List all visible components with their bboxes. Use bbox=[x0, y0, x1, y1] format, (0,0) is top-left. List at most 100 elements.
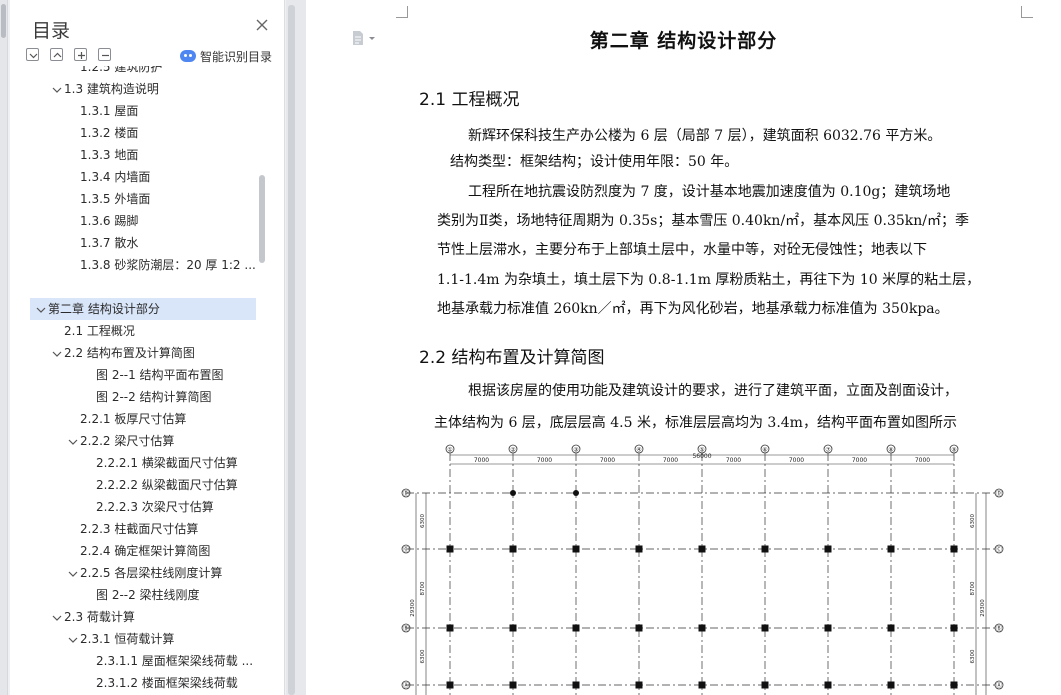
toc-item[interactable]: 第二章 结构设计部分 bbox=[30, 298, 256, 320]
axis-label: ③ bbox=[573, 447, 578, 454]
paragraph-line: 结构类型：框架结构；设计使用年限：50 年。 bbox=[450, 154, 739, 170]
toc-item[interactable]: 2.3 荷载计算 bbox=[50, 606, 256, 628]
column-square bbox=[887, 545, 895, 553]
chevron-down-icon[interactable] bbox=[34, 300, 48, 320]
toc-item[interactable]: 1.3.8 砂浆防潮层：20 厚 1:2 ... bbox=[80, 254, 270, 276]
toc-item[interactable]: 1.3 建筑构造说明 bbox=[50, 78, 256, 100]
panel-splitter[interactable] bbox=[286, 0, 306, 695]
toc-item[interactable]: 2.3.1.1 屋面框架梁线荷载 ... bbox=[96, 650, 270, 672]
toc-item[interactable]: 2.3.1 恒荷载计算 bbox=[66, 628, 256, 650]
toc-item-label: 1.3.3 地面 bbox=[80, 148, 139, 162]
column-square bbox=[446, 681, 454, 689]
dimension-total-label: 56000 bbox=[692, 453, 711, 460]
toc-item[interactable]: 图 2--2 结构计算简图 bbox=[96, 386, 270, 408]
toc-item[interactable]: 2.2 结构布置及计算简图 bbox=[50, 342, 256, 364]
close-icon[interactable] bbox=[255, 18, 269, 32]
axis-label: ② bbox=[510, 447, 516, 454]
toc-item[interactable]: 2.2.1 板厚尺寸估算 bbox=[80, 408, 270, 430]
toc-item-label: 1.3.1 屋面 bbox=[80, 104, 139, 118]
column-square bbox=[698, 624, 706, 632]
side-dimension-label: 8700 bbox=[970, 581, 976, 595]
toc-item[interactable]: 2.2.2 梁尺寸估算 bbox=[66, 430, 256, 452]
toc-item[interactable]: 2.2.2.3 次梁尺寸估算 bbox=[96, 496, 270, 518]
toc-item[interactable]: 2.2.3 柱截面尺寸估算 bbox=[80, 518, 270, 540]
paragraph-line: 工程所在地抗震设防烈度为 7 度，设计基本地震加速度值为 0.10g；建筑场地 bbox=[468, 184, 951, 200]
toc-item-label: 2.2.1 板厚尺寸估算 bbox=[80, 412, 187, 426]
toc-scroll-thumb[interactable] bbox=[259, 175, 265, 263]
toc-item[interactable]: 1.3.6 踢脚 bbox=[80, 210, 270, 232]
bay-dimension-label: 7000 bbox=[474, 457, 489, 464]
toc-item-label: 2.3.1.2 楼面框架梁线荷载 bbox=[96, 676, 238, 690]
toc-item[interactable]: 1.2.5 建筑防护 bbox=[80, 66, 270, 78]
column-square bbox=[761, 624, 769, 632]
page-corner-mark bbox=[1021, 6, 1033, 18]
collapse-all-button[interactable] bbox=[26, 48, 39, 61]
toc-item-label: 2.3.1 恒荷载计算 bbox=[80, 632, 175, 646]
chevron-down-icon[interactable] bbox=[50, 80, 64, 100]
axis-label: ⑥ bbox=[762, 447, 767, 454]
toc-item-label: 2.2.2.3 次梁尺寸估算 bbox=[96, 500, 214, 514]
expand-all-button[interactable] bbox=[50, 48, 63, 61]
toc-item[interactable]: 1.3.5 外墙面 bbox=[80, 188, 270, 210]
toc-item-label: 图 2--2 梁柱线刚度 bbox=[96, 588, 200, 602]
chevron-down-icon[interactable] bbox=[66, 432, 80, 452]
chevron-down-icon[interactable] bbox=[50, 608, 64, 628]
toc-item[interactable]: 2.2.4 确定框架计算简图 bbox=[80, 540, 270, 562]
toc-item[interactable]: 图 2--2 梁柱线刚度 bbox=[96, 584, 270, 606]
remove-heading-button[interactable] bbox=[98, 48, 111, 61]
column-square bbox=[509, 624, 517, 632]
toc-item[interactable]: 1.3.4 内墙面 bbox=[80, 166, 270, 188]
left-edge-scrollbar[interactable] bbox=[0, 0, 8, 695]
chevron-up-icon bbox=[53, 52, 62, 58]
toc-scrollbar[interactable] bbox=[258, 66, 266, 692]
toc-item[interactable]: 1.3.3 地面 bbox=[80, 144, 270, 166]
row-label: Ⓒ bbox=[996, 546, 1002, 554]
toc-item[interactable]: 2.1 工程概况 bbox=[64, 320, 270, 342]
toc-item[interactable]: 1.3.1 屋面 bbox=[80, 100, 270, 122]
paragraph-line: 主体结构为 6 层，底层层高 4.5 米，标准层层高均为 3.4m，结构平面布置… bbox=[434, 415, 957, 431]
left-edge-scroll-thumb[interactable] bbox=[1, 4, 6, 38]
toc-list: 1.2.5 建筑防护 1.3 建筑构造说明 1.3.1 屋面 1.3.2 楼面 1.3.… bbox=[10, 66, 270, 692]
toc-panel: 目录 智能识别目录 1.2.5 建筑防护 1.3 建筑构造说明 1.3.1 屋面 1.… bbox=[10, 0, 285, 695]
column-square bbox=[698, 681, 706, 689]
toc-spacer bbox=[24, 276, 270, 298]
column-square bbox=[761, 545, 769, 553]
toc-item-label: 1.3.4 内墙面 bbox=[80, 170, 151, 184]
toc-item-label: 2.2 结构布置及计算简图 bbox=[64, 346, 195, 360]
toc-item-label: 2.3.1.1 屋面框架梁线荷载 ... bbox=[96, 654, 254, 668]
toc-item[interactable]: 1.3.7 散水 bbox=[80, 232, 270, 254]
column-square bbox=[950, 624, 958, 632]
splitter-bar[interactable] bbox=[288, 5, 295, 695]
toc-item-label: 2.1 工程概况 bbox=[64, 324, 135, 338]
smart-toc-button[interactable]: 智能识别目录 bbox=[180, 47, 272, 65]
paragraph-line: 类别为Ⅱ类，场地特征周期为 0.35s；基本雪压 0.40kn/㎡，基本风压 0… bbox=[437, 213, 969, 229]
paragraph-line: 新辉环保科技生产办公楼为 6 层（局部 7 层），建筑面积 6032.76 平方… bbox=[468, 128, 942, 144]
side-dimension-label: 8700 bbox=[420, 581, 426, 595]
chevron-down-icon[interactable] bbox=[66, 564, 80, 584]
column-square bbox=[509, 545, 517, 553]
document-page[interactable]: 第二章 结构设计部分 2.1 工程概况 新辉环保科技生产办公楼为 6 层（局部 … bbox=[306, 0, 1061, 695]
toc-item-label: 1.3.2 楼面 bbox=[80, 126, 139, 140]
toc-item[interactable]: 2.2.2.2 纵梁截面尺寸估算 bbox=[96, 474, 270, 496]
structural-plan-drawing: ① ② ③ ④ ⑤ ⑥ ⑦ ⑧ ⑨560007000 7000 7000 7000 7000 7000 70… bbox=[401, 444, 1004, 695]
row-label: Ⓑ bbox=[403, 625, 409, 633]
bay-dimension-label: 7000 bbox=[852, 457, 867, 464]
toc-item-label: 第二章 结构设计部分 bbox=[48, 302, 160, 316]
column-dot bbox=[573, 490, 579, 496]
toc-item-label: 图 2--1 结构平面布置图 bbox=[96, 368, 224, 382]
add-heading-button[interactable] bbox=[74, 48, 87, 61]
toc-item[interactable]: 2.3.1.2 楼面框架梁线荷载 bbox=[96, 672, 270, 692]
toc-item[interactable]: 2.2.5 各层梁柱线刚度计算 bbox=[66, 562, 256, 584]
column-square bbox=[824, 681, 832, 689]
chevron-down-icon[interactable] bbox=[66, 630, 80, 650]
toc-item-label: 1.3.7 散水 bbox=[80, 236, 139, 250]
chevron-down-icon[interactable] bbox=[50, 344, 64, 364]
bay-dimension-label: 7000 bbox=[663, 457, 678, 464]
toc-item[interactable]: 1.3.2 楼面 bbox=[80, 122, 270, 144]
toc-item-label: 2.2.2.1 横梁截面尺寸估算 bbox=[96, 456, 238, 470]
toc-item[interactable]: 图 2--1 结构平面布置图 bbox=[96, 364, 270, 386]
bay-dimension-label: 7000 bbox=[600, 457, 615, 464]
toc-item-label: 2.2.4 确定框架计算简图 bbox=[80, 544, 211, 558]
toc-item[interactable]: 2.2.2.1 横梁截面尺寸估算 bbox=[96, 452, 270, 474]
side-dimension-label: 6300 bbox=[970, 514, 976, 528]
